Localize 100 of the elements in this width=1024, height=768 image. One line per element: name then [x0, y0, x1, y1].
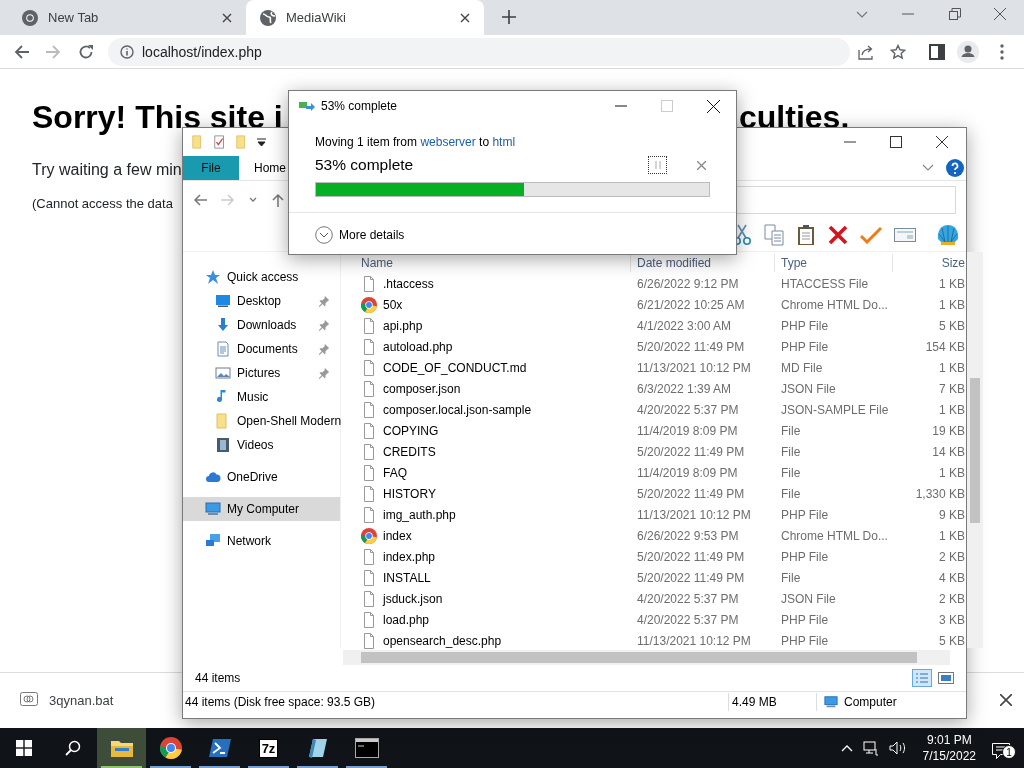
up-icon[interactable] — [271, 193, 285, 207]
pin-icon[interactable] — [318, 319, 330, 331]
file-name[interactable]: COPYING — [383, 421, 439, 440]
notification-icon[interactable] — [992, 742, 1010, 759]
horizontal-scrollbar[interactable] — [343, 650, 950, 665]
file-name[interactable]: jsduck.json — [383, 589, 443, 608]
file-name[interactable]: composer.local.json-sample — [383, 400, 532, 419]
clock-time[interactable]: 9:01 PM — [922, 731, 976, 748]
expand-icon[interactable] — [315, 225, 333, 244]
file-name[interactable]: .htaccess — [383, 274, 434, 293]
terminal-icon[interactable] — [354, 738, 379, 758]
file-name[interactable]: CREDITS — [383, 442, 436, 461]
address-bar[interactable]: localhost/index.php — [108, 38, 850, 66]
file-name[interactable]: index.php — [383, 547, 436, 566]
properties-icon[interactable] — [213, 134, 227, 150]
search-icon[interactable] — [64, 740, 81, 756]
dropdown-icon[interactable] — [257, 137, 266, 147]
card-icon[interactable] — [894, 227, 916, 243]
profile-icon[interactable] — [957, 41, 979, 63]
table-cell-text: 11/4/2019 8:09 PM — [636, 422, 739, 440]
table-cell-text: 5 KB — [938, 317, 966, 335]
check-icon[interactable] — [860, 226, 882, 244]
nav-item[interactable]: My Computer — [183, 497, 340, 521]
close-icon[interactable] — [222, 12, 232, 23]
help-icon[interactable] — [946, 159, 964, 177]
nav-item[interactable]: Network — [183, 529, 340, 553]
back-icon[interactable] — [193, 193, 207, 207]
nav-item[interactable]: Quick access — [183, 265, 340, 289]
download-item[interactable]: 3qynan.bat — [49, 691, 114, 711]
shell-icon[interactable] — [936, 223, 960, 247]
nav-item[interactable]: Downloads — [183, 313, 340, 337]
reload-icon[interactable] — [78, 44, 94, 60]
close-icon[interactable] — [460, 12, 470, 23]
clipboard-icon[interactable] — [796, 224, 816, 246]
nav-item[interactable]: Desktop — [183, 289, 340, 313]
table-cell-text: 5/20/2022 11:49 PM — [636, 485, 746, 503]
pin-icon[interactable] — [318, 343, 330, 355]
network-icon[interactable] — [862, 740, 879, 756]
tiles-view-icon[interactable] — [938, 671, 954, 685]
file-name[interactable]: FAQ — [383, 463, 407, 482]
volume-icon[interactable] — [888, 740, 907, 756]
close-icon[interactable] — [707, 99, 720, 113]
file-name[interactable]: CODE_OF_CONDUCT.md — [383, 358, 527, 377]
more-details-link[interactable]: More details — [339, 225, 405, 244]
column-header[interactable]: Type — [775, 253, 893, 272]
item-count: 44 items — [195, 670, 241, 687]
maximize-icon[interactable] — [890, 136, 902, 148]
chevron-up-icon[interactable] — [840, 744, 853, 752]
chevron-down-icon[interactable] — [856, 11, 868, 19]
taskbar-button[interactable] — [97, 728, 146, 768]
chevron-down-icon[interactable] — [249, 197, 257, 203]
pause-button[interactable] — [648, 156, 667, 174]
file-name[interactable]: autoload.php — [383, 337, 453, 356]
column-header[interactable]: Size — [893, 253, 967, 272]
restore-icon[interactable] — [949, 8, 961, 20]
vertical-scrollbar[interactable] — [967, 252, 983, 648]
menu-icon[interactable] — [1000, 44, 1004, 60]
address-text[interactable]: localhost/index.php — [142, 41, 262, 63]
file-name[interactable]: INSTALL — [383, 568, 431, 587]
file-menu[interactable]: File — [183, 156, 239, 180]
nav-item[interactable]: Videos — [183, 433, 340, 457]
nav-item[interactable]: OneDrive — [183, 465, 340, 489]
pin-icon[interactable] — [318, 295, 330, 307]
file-name[interactable]: HISTORY — [383, 484, 436, 503]
table-cell-text: 5 KB — [938, 632, 966, 650]
pin-icon[interactable] — [318, 367, 330, 379]
close-icon[interactable] — [1000, 694, 1012, 706]
source-link[interactable]: webserver — [420, 135, 476, 149]
nav-item[interactable]: Pictures — [183, 361, 340, 385]
file-name[interactable]: index — [383, 526, 412, 545]
nav-item[interactable]: Documents — [183, 337, 340, 361]
file-name[interactable]: opensearch_desc.php — [383, 631, 502, 650]
folder-icon[interactable] — [109, 738, 134, 758]
browser-tab[interactable]: New Tab — [8, 0, 246, 35]
new-tab-icon[interactable] — [502, 10, 516, 24]
side-panel-icon[interactable] — [929, 44, 945, 60]
notebook-icon[interactable] — [306, 737, 329, 759]
taskbar-button[interactable]: 7z — [244, 728, 293, 768]
share-icon[interactable] — [858, 44, 875, 60]
file-name[interactable]: composer.json — [383, 379, 461, 398]
nav-item[interactable]: Open-Shell Modern — [183, 409, 340, 433]
delete-icon[interactable] — [828, 225, 848, 245]
file-name[interactable]: api.php — [383, 316, 423, 335]
windows-start-icon[interactable] — [16, 740, 32, 756]
nav-item[interactable]: Music — [183, 385, 340, 409]
clock-date[interactable]: 7/15/2022 — [922, 748, 976, 765]
star-icon[interactable] — [890, 44, 906, 60]
cancel-icon[interactable] — [697, 160, 706, 170]
chevron-down-icon[interactable] — [922, 164, 934, 172]
back-icon[interactable] — [14, 44, 30, 60]
file-name[interactable]: load.php — [383, 610, 430, 629]
info-icon[interactable] — [120, 45, 134, 59]
destination-link[interactable]: html — [492, 135, 516, 149]
browser-tab[interactable]: MediaWiki — [246, 0, 484, 35]
close-icon[interactable] — [936, 136, 948, 148]
chrome-icon[interactable] — [159, 737, 182, 759]
file-name[interactable]: 50x — [383, 295, 403, 314]
file-name[interactable]: img_auth.php — [383, 505, 456, 524]
powershell-icon[interactable] — [207, 737, 232, 759]
picture-icon — [215, 365, 231, 381]
